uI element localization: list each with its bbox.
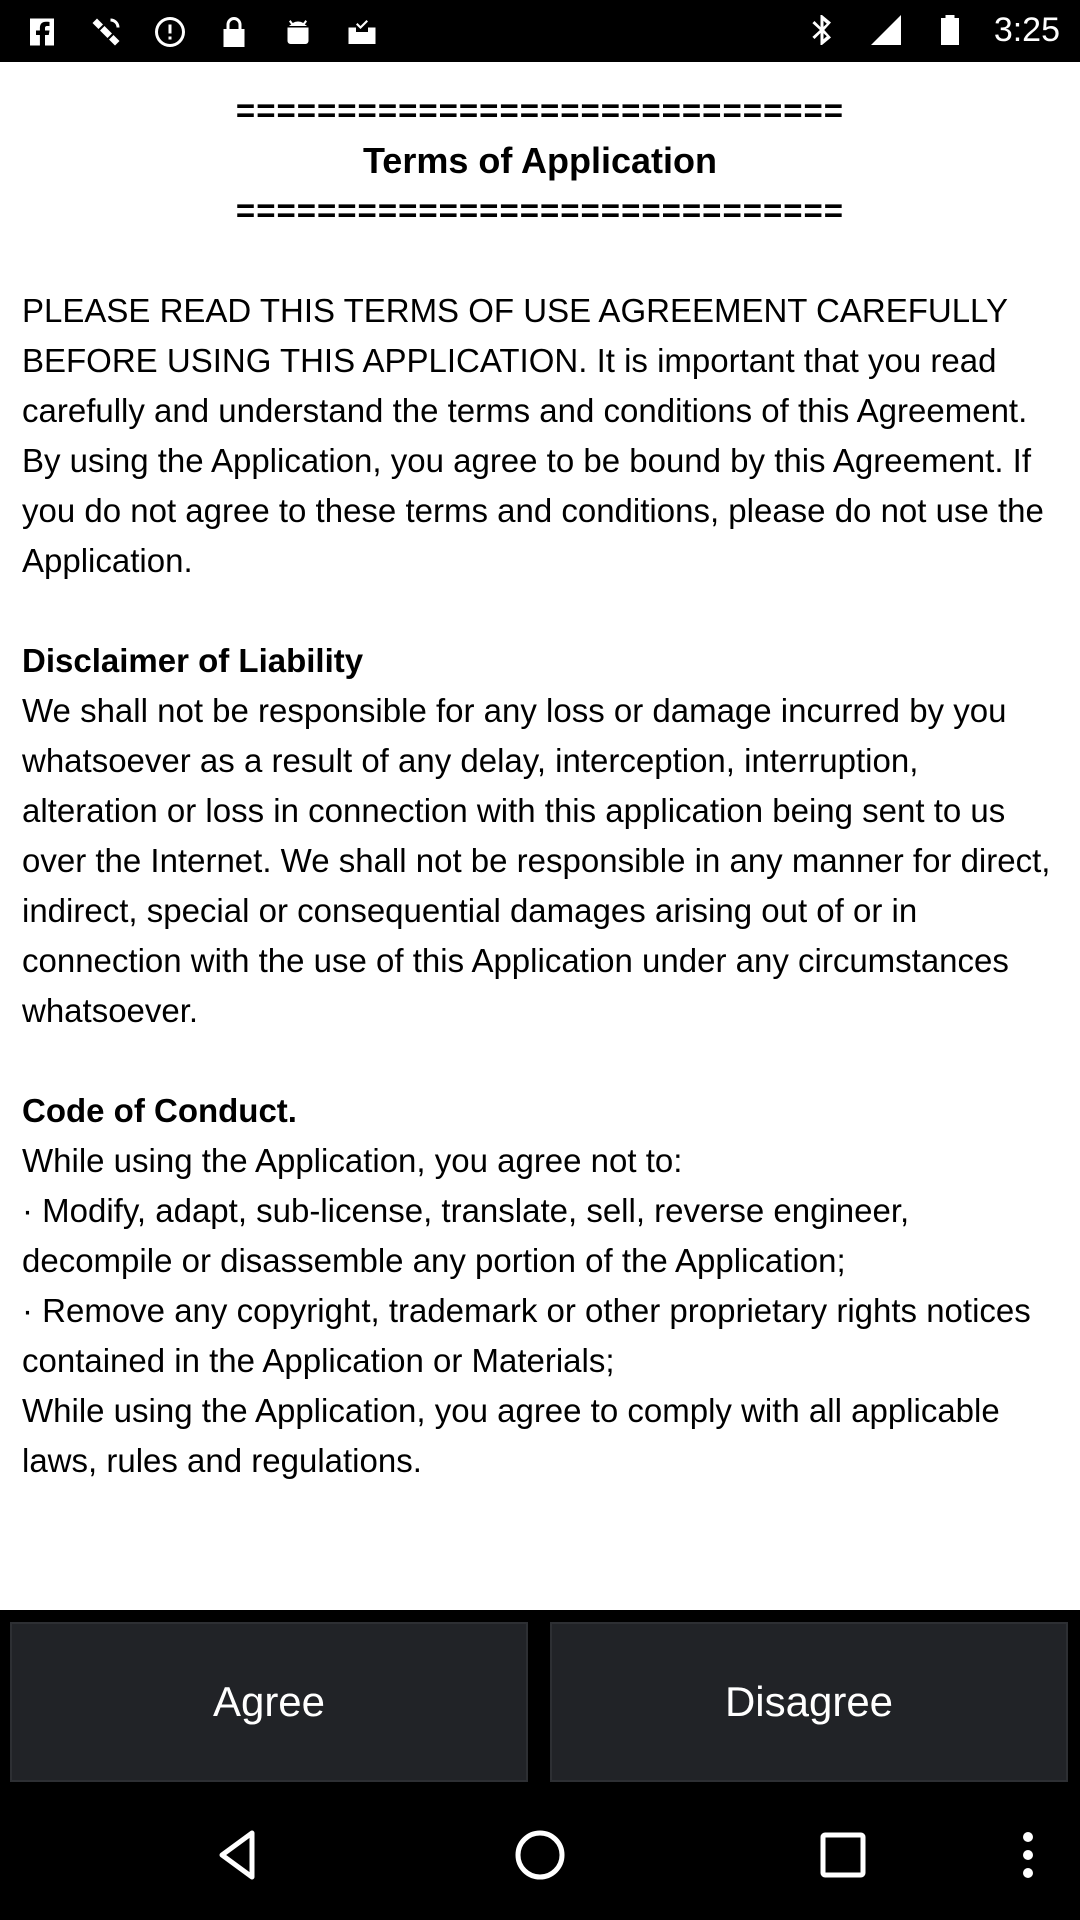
- conduct-item: · Remove any copyright, trademark or oth…: [22, 1292, 1031, 1379]
- clock: 3:25: [993, 10, 1060, 49]
- conduct-item: · Modify, adapt, sub-license, translate,…: [22, 1192, 910, 1279]
- disagree-button[interactable]: Disagree: [550, 1622, 1068, 1782]
- navigation-bar: [0, 1790, 1080, 1920]
- satellite-icon: [86, 12, 126, 52]
- lock-icon: [214, 12, 254, 52]
- intro-paragraph: PLEASE READ THIS TERMS OF USE AGREEMENT …: [22, 292, 1044, 579]
- bluetooth-icon: [802, 10, 842, 50]
- agree-button[interactable]: Agree: [10, 1622, 528, 1782]
- facebook-icon: [22, 12, 62, 52]
- conduct-heading: Code of Conduct.: [22, 1092, 297, 1129]
- recents-icon[interactable]: [803, 1815, 883, 1895]
- signal-icon: [866, 10, 906, 50]
- overflow-menu-icon[interactable]: [988, 1815, 1068, 1895]
- home-icon[interactable]: [500, 1815, 580, 1895]
- notification-icons: [22, 12, 382, 52]
- terms-scroll-view[interactable]: ============================== Terms of …: [0, 62, 1080, 1610]
- disclaimer-paragraph: We shall not be responsible for any loss…: [22, 692, 1051, 1029]
- button-bar: Agree Disagree: [0, 1610, 1080, 1790]
- separator-bottom: ==============================: [235, 192, 845, 229]
- back-icon[interactable]: [198, 1815, 278, 1895]
- page-title: Terms of Application: [362, 140, 718, 181]
- disclaimer-heading: Disclaimer of Liability: [22, 642, 364, 679]
- status-bar: 3:25: [0, 0, 1080, 62]
- android-icon: [278, 12, 318, 52]
- system-icons: 3:25: [802, 10, 1060, 50]
- conduct-intro: While using the Application, you agree n…: [22, 1142, 683, 1179]
- terms-document: ============================== Terms of …: [22, 86, 1062, 1486]
- conduct-comply: While using the Application, you agree t…: [22, 1392, 1000, 1479]
- battery-icon: [930, 10, 970, 50]
- separator-top: ==============================: [235, 92, 845, 129]
- alert-circle-icon: [150, 12, 190, 52]
- inbox-check-icon: [342, 12, 382, 52]
